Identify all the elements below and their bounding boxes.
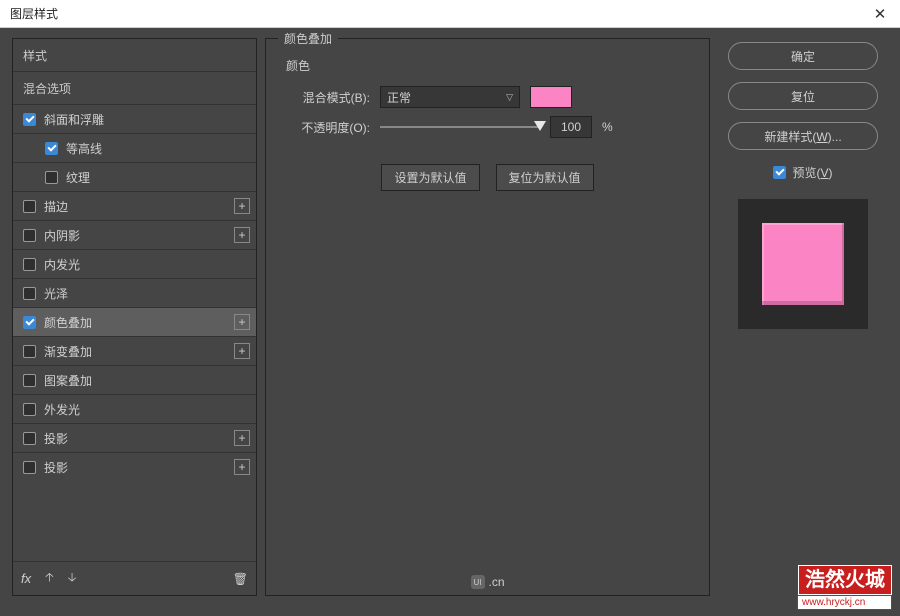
panel-subtitle: 颜色 (282, 53, 693, 82)
checkbox-icon[interactable] (773, 166, 786, 179)
sidebar-item-label: 等高线 (66, 140, 102, 157)
sidebar-item-label: 图案叠加 (44, 372, 92, 389)
chevron-down-icon: ▽ (506, 92, 513, 103)
sidebar-item-label: 描边 (44, 198, 68, 215)
sidebar-footer: fx 🡡 🡣 🗑 (13, 561, 256, 595)
fx-icon[interactable]: fx (21, 571, 31, 586)
sidebar-item-contour[interactable]: 等高线 (13, 133, 256, 162)
plus-icon[interactable]: + (234, 430, 250, 446)
preview-toggle[interactable]: 预览(V) (773, 164, 832, 181)
sidebar-item-outer-glow[interactable]: 外发光 (13, 394, 256, 423)
opacity-slider[interactable] (380, 119, 540, 135)
settings-panel: 颜色叠加 颜色 混合模式(B): 正常 ▽ 不透明度(O): 100 % (265, 38, 710, 612)
ok-button[interactable]: 确定 (728, 42, 878, 70)
plus-icon[interactable]: + (234, 343, 250, 359)
center-footer-badge: UI .cn (470, 575, 504, 589)
plus-icon[interactable]: + (234, 227, 250, 243)
arrow-down-icon[interactable]: 🡣 (68, 568, 77, 589)
checkbox-icon[interactable] (23, 229, 36, 242)
checkbox-icon[interactable] (23, 113, 36, 126)
sidebar-item-drop-shadow-2[interactable]: 投影 + (13, 452, 256, 481)
title-bar: 图层样式 ✕ (0, 0, 900, 28)
styles-sidebar: 样式 混合选项 斜面和浮雕 等高线 纹理 描边 + 内阴影 + 内发光 (12, 38, 257, 596)
sidebar-item-inner-glow[interactable]: 内发光 (13, 249, 256, 278)
arrow-up-icon[interactable]: 🡡 (45, 568, 54, 589)
opacity-value[interactable]: 100 (550, 116, 592, 138)
close-icon[interactable]: ✕ (860, 0, 900, 28)
sidebar-item-stroke[interactable]: 描边 + (13, 191, 256, 220)
ui-badge-icon: UI (470, 575, 484, 589)
slider-thumb[interactable] (534, 121, 546, 131)
checkbox-icon[interactable] (45, 142, 58, 155)
sidebar-heading-styles[interactable]: 样式 (13, 39, 256, 71)
new-style-label: 新建样式(W)... (764, 128, 841, 145)
checkbox-icon[interactable] (23, 461, 36, 474)
sidebar-item-label: 渐变叠加 (44, 343, 92, 360)
new-style-button[interactable]: 新建样式(W)... (728, 122, 878, 150)
plus-icon[interactable]: + (234, 314, 250, 330)
make-default-button[interactable]: 设置为默认值 (381, 164, 479, 191)
checkbox-icon[interactable] (45, 171, 58, 184)
sidebar-item-gradient-overlay[interactable]: 渐变叠加 + (13, 336, 256, 365)
blend-mode-label: 混合模式(B): (282, 89, 370, 106)
sidebar-item-label: 内发光 (44, 256, 80, 273)
opacity-row: 不透明度(O): 100 % (282, 112, 693, 142)
panel-title: 颜色叠加 (278, 30, 338, 47)
blend-mode-row: 混合模式(B): 正常 ▽ (282, 82, 693, 112)
sidebar-item-label: 外发光 (44, 401, 80, 418)
sidebar-item-drop-shadow[interactable]: 投影 + (13, 423, 256, 452)
checkbox-icon[interactable] (23, 403, 36, 416)
action-column: 确定 复位 新建样式(W)... 预览(V) (718, 38, 888, 612)
checkbox-icon[interactable] (23, 200, 36, 213)
preview-thumbnail (738, 199, 868, 329)
color-overlay-fieldset: 颜色叠加 颜色 混合模式(B): 正常 ▽ 不透明度(O): 100 % (265, 38, 710, 596)
sidebar-item-label: 投影 (44, 430, 68, 447)
checkbox-icon[interactable] (23, 258, 36, 271)
checkbox-icon[interactable] (23, 287, 36, 300)
sidebar-item-label: 内阴影 (44, 227, 80, 244)
preview-label: 预览(V) (792, 164, 832, 181)
plus-icon[interactable]: + (234, 459, 250, 475)
sidebar-item-label: 投影 (44, 459, 68, 476)
opacity-label: 不透明度(O): (282, 119, 370, 136)
sidebar-item-inner-shadow[interactable]: 内阴影 + (13, 220, 256, 249)
sidebar-heading-blend[interactable]: 混合选项 (13, 71, 256, 104)
plus-icon[interactable]: + (234, 198, 250, 214)
trash-icon[interactable]: 🗑 (233, 572, 248, 586)
sidebar-item-texture[interactable]: 纹理 (13, 162, 256, 191)
sidebar-item-label: 光泽 (44, 285, 68, 302)
watermark: 浩然火城 www.hryckj.cn (798, 565, 892, 610)
sidebar-item-color-overlay[interactable]: 颜色叠加 + (13, 307, 256, 336)
sidebar-item-pattern-overlay[interactable]: 图案叠加 (13, 365, 256, 394)
checkbox-icon[interactable] (23, 432, 36, 445)
checkbox-icon[interactable] (23, 374, 36, 387)
watermark-brand: 浩然火城 (798, 565, 892, 595)
reset-default-button[interactable]: 复位为默认值 (496, 164, 594, 191)
dialog-body: 样式 混合选项 斜面和浮雕 等高线 纹理 描边 + 内阴影 + 内发光 (0, 28, 900, 616)
blend-mode-value: 正常 (387, 89, 411, 106)
opacity-unit: % (602, 120, 613, 134)
sidebar-item-label: 颜色叠加 (44, 314, 92, 331)
watermark-url: www.hryckj.cn (797, 595, 892, 610)
blend-mode-select[interactable]: 正常 ▽ (380, 86, 520, 108)
ui-badge-text: .cn (488, 575, 504, 589)
default-buttons: 设置为默认值 复位为默认值 (282, 164, 693, 191)
window-title: 图层样式 (10, 5, 58, 22)
sidebar-item-label: 斜面和浮雕 (44, 111, 104, 128)
color-swatch[interactable] (530, 86, 572, 108)
checkbox-icon[interactable] (23, 345, 36, 358)
checkbox-icon[interactable] (23, 316, 36, 329)
cancel-button[interactable]: 复位 (728, 82, 878, 110)
sidebar-item-label: 纹理 (66, 169, 90, 186)
sidebar-item-satin[interactable]: 光泽 (13, 278, 256, 307)
sidebar-item-bevel[interactable]: 斜面和浮雕 (13, 104, 256, 133)
preview-swatch (762, 223, 844, 305)
slider-track (380, 126, 540, 128)
